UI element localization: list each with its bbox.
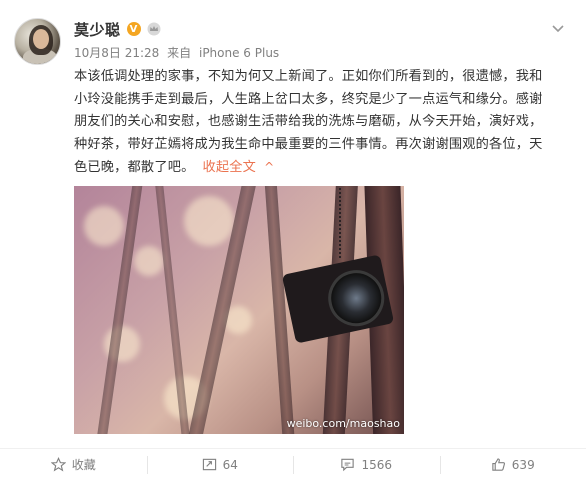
collapse-link[interactable]: 收起全文 xyxy=(203,160,257,175)
post-text-line: 色已晚，都散了吧。 xyxy=(74,160,195,175)
photo-watermark: weibo.com/maoshao xyxy=(286,417,400,430)
collapse-arrow-icon[interactable]: ^ xyxy=(264,160,274,174)
repost-icon xyxy=(202,458,216,471)
post-text: 本该低调处理的家事，不知为何又上新闻了。正如你们所看到的，很遗憾，我和 小玲没能… xyxy=(74,66,574,180)
post-text-line: 朋友们的关心和安慰，也感谢生活带给我的洗炼与磨砺，从今天开始，演好戏， xyxy=(74,114,543,129)
camera-strap xyxy=(339,188,345,258)
post-photo[interactable]: weibo.com/maoshao xyxy=(74,186,404,434)
comment-icon xyxy=(341,458,355,472)
post-text-line: 本该低调处理的家事，不知为何又上新闻了。正如你们所看到的，很遗憾，我和 xyxy=(74,69,543,84)
post-source[interactable]: iPhone 6 Plus xyxy=(199,46,279,60)
repost-button[interactable]: 64 xyxy=(146,449,294,480)
post-text-line: 种好茶，带好芷嫣将成为我生命中最重要的三件事情。再次谢谢围观的各位，天 xyxy=(74,136,543,152)
favorite-label: 收藏 xyxy=(71,458,96,472)
post-date[interactable]: 10月8日 21:28 xyxy=(74,46,159,60)
action-bar: 收藏 64 1566 639 xyxy=(0,448,586,480)
chevron-down-icon[interactable] xyxy=(550,20,566,36)
source-prefix: 来自 xyxy=(167,46,192,60)
post-header: 莫少聪 V 10月8日 21:28 来自 iPhone 6 Plus xyxy=(74,18,566,60)
post-meta: 10月8日 21:28 来自 iPhone 6 Plus xyxy=(74,44,566,60)
like-button[interactable]: 639 xyxy=(439,449,586,480)
verified-badge-icon: V xyxy=(126,22,141,36)
repost-count: 64 xyxy=(222,457,238,472)
comment-button[interactable]: 1566 xyxy=(293,449,440,480)
favorite-button[interactable]: 收藏 xyxy=(0,449,147,480)
crown-icon xyxy=(147,22,161,36)
avatar[interactable] xyxy=(14,18,61,65)
like-count: 639 xyxy=(511,457,535,472)
username[interactable]: 莫少聪 xyxy=(74,19,121,40)
comment-count: 1566 xyxy=(361,457,393,472)
star-icon xyxy=(50,457,66,472)
post-text-line: 小玲没能携手走到最后，人生路上岔口太多，终究是少了一点运气和缘分。感谢 xyxy=(74,91,543,107)
like-icon xyxy=(492,458,505,471)
